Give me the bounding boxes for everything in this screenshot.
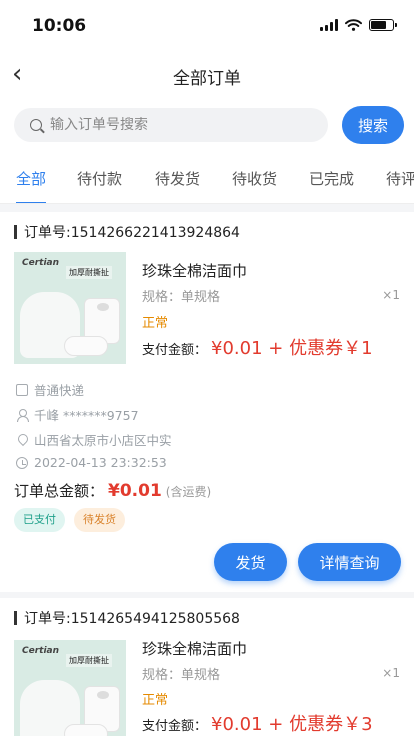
tab-pending-payment[interactable]: 待付款 — [77, 154, 122, 203]
search-box[interactable] — [14, 108, 328, 142]
order-tabs: 全部 待付款 待发货 待收货 已完成 待评 — [0, 154, 414, 204]
order-number-text: 订单号:1514266221413924864 — [24, 225, 240, 241]
product-state: 正常 — [142, 316, 169, 331]
total-label: 订单总金额： — [14, 482, 105, 500]
location-pin-icon — [16, 434, 28, 446]
product-pay: 支付金额： ¥0.01 + 优惠券￥3 — [142, 710, 373, 736]
tab-pending-review[interactable]: 待评 — [386, 154, 414, 203]
details-button[interactable]: 详情查询 — [298, 543, 401, 581]
search-button[interactable]: 搜索 — [342, 106, 404, 144]
product-name[interactable]: 珍珠全棉洁面巾 — [142, 260, 247, 281]
order-card[interactable]: 订单号:1514266221413924864 Certian 加厚耐撕扯 珍珠… — [0, 212, 414, 592]
battery-icon — [369, 19, 397, 31]
tab-all[interactable]: 全部 — [16, 154, 47, 203]
page-title: 全部订单 — [173, 69, 241, 89]
product-spec: 规格：单规格 — [142, 668, 221, 683]
product-image-brand: Certian — [22, 646, 60, 656]
wifi-icon — [345, 19, 362, 31]
delivery-method: 普通快递 — [16, 380, 84, 399]
order-card[interactable]: 订单号:1514265494125805568 Certian 加厚耐撕扯 珍珠… — [0, 598, 414, 736]
product-spec: 规格：单规格 — [142, 290, 221, 305]
pay-label: 支付金额： — [142, 719, 208, 734]
search-icon — [30, 119, 42, 131]
address: 山西省太原市小店区中实 — [16, 430, 172, 449]
product-state: 正常 — [142, 693, 169, 708]
product-image-brand: Certian — [22, 258, 60, 268]
search-row: 搜索 — [0, 98, 414, 154]
order-total: 订单总金额： ¥0.01 (含运费) — [14, 480, 211, 501]
status-badge-to-ship: 待发货 — [74, 508, 125, 532]
tab-pending-receipt[interactable]: 待收货 — [232, 154, 277, 203]
truck-icon — [16, 383, 28, 396]
total-amount: ¥0.01 — [108, 481, 162, 501]
pay-label: 支付金额： — [142, 343, 208, 358]
product-qty: ×1 — [382, 288, 400, 302]
delivery-text: 普通快递 — [34, 383, 85, 398]
ship-button[interactable]: 发货 — [214, 543, 287, 581]
product-image-badge: 加厚耐撕扯 — [66, 654, 112, 667]
product-image[interactable]: Certian 加厚耐撕扯 — [14, 640, 126, 736]
pay-amount: ¥0.01 + 优惠券￥1 — [211, 338, 373, 359]
address-text: 山西省太原市小店区中实 — [34, 433, 172, 448]
total-note: (含运费) — [165, 485, 212, 499]
order-time: 2022-04-13 23:32:53 — [16, 455, 167, 470]
tab-pending-shipment[interactable]: 待发货 — [155, 154, 200, 203]
order-number-text: 订单号:1514265494125805568 — [24, 611, 240, 627]
order-number: 订单号:1514265494125805568 — [14, 608, 240, 628]
order-time-text: 2022-04-13 23:32:53 — [34, 455, 167, 470]
product-image-badge: 加厚耐撕扯 — [66, 266, 112, 279]
nav-bar: ‹ 全部订单 — [0, 52, 414, 98]
product-name[interactable]: 珍珠全棉洁面巾 — [142, 638, 247, 659]
status-bar: 10:06 — [0, 0, 414, 52]
product-image[interactable]: Certian 加厚耐撕扯 — [14, 252, 126, 364]
signal-icon — [320, 19, 338, 31]
status-icons — [320, 19, 397, 31]
status-time: 10:06 — [32, 16, 87, 36]
user-icon — [16, 408, 29, 422]
search-input[interactable] — [50, 117, 290, 133]
clock-icon — [16, 456, 28, 469]
tab-completed[interactable]: 已完成 — [309, 154, 354, 203]
order-number: 订单号:1514266221413924864 — [14, 222, 240, 242]
product-qty: ×1 — [382, 666, 400, 680]
receiver-text: 千峰 *******9757 — [34, 408, 139, 423]
pay-amount: ¥0.01 + 优惠券￥3 — [211, 714, 373, 735]
status-badge-paid: 已支付 — [14, 508, 65, 532]
product-pay: 支付金额： ¥0.01 + 优惠券￥1 — [142, 334, 373, 360]
receiver: 千峰 *******9757 — [16, 405, 139, 424]
